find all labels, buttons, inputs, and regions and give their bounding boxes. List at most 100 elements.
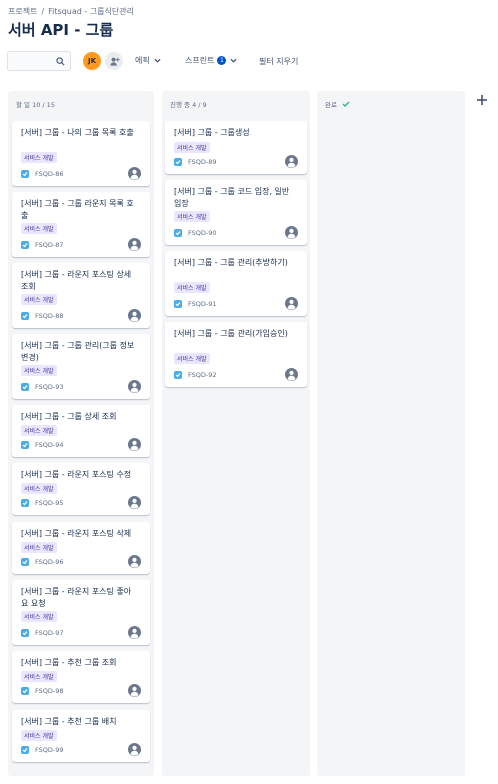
breadcrumb-projects-link[interactable]: 프로젝트	[8, 7, 37, 16]
card-title: [서버] 그룹 - 그룹 상세 조회	[21, 412, 117, 421]
task-type-icon	[21, 441, 29, 449]
checkmark-icon	[342, 101, 350, 107]
column-header: 진행 중 4 / 9	[170, 99, 207, 109]
issue-card[interactable]: [서버] 그룹 - 라운지 포스팅 수정 서비스 개발 FSQD-95	[12, 463, 150, 515]
issue-key[interactable]: FSQD-92	[188, 371, 217, 379]
unassigned-user-icon[interactable]	[285, 368, 298, 381]
unassigned-user-icon[interactable]	[285, 155, 298, 168]
card-label: 서비스 개발	[21, 611, 57, 622]
issue-card[interactable]: [서버] 그룹 - 그룹 관리(가입승인) 서비스 개발 FSQD-92	[165, 322, 307, 387]
issue-key[interactable]: FSQD-93	[35, 383, 64, 391]
issue-card[interactable]: [서버] 그룹 - 그룹 상세 조회 서비스 개발 FSQD-94	[12, 405, 150, 457]
avatar[interactable]: JK	[83, 52, 101, 70]
task-type-icon	[21, 499, 29, 507]
issue-key[interactable]: FSQD-88	[35, 312, 64, 320]
issue-key[interactable]: FSQD-87	[35, 241, 64, 249]
add-column-button[interactable]	[474, 92, 490, 108]
issue-card[interactable]: [서버] 그룹 - 그룹 코드 입장, 일반 입장 서비스 개발 FSQD-90	[165, 180, 307, 245]
issue-card[interactable]: [서버] 그룹 - 추천 그룹 조회 서비스 개발 FSQD-98	[12, 651, 150, 703]
issue-key[interactable]: FSQD-99	[35, 746, 64, 754]
unassigned-user-icon[interactable]	[128, 167, 141, 180]
card-label: 서비스 개발	[21, 730, 57, 741]
breadcrumb-separator: /	[41, 7, 45, 16]
card-label: 서비스 개발	[21, 542, 57, 553]
sprint-filter[interactable]: 스프린트 1	[185, 55, 238, 66]
card-label: 서비스 개발	[174, 353, 210, 364]
unassigned-user-icon[interactable]	[128, 743, 141, 756]
add-people-button[interactable]	[105, 52, 123, 70]
card-footer: FSQD-87	[21, 241, 64, 249]
unassigned-user-icon[interactable]	[128, 438, 141, 451]
task-type-icon	[174, 158, 182, 166]
issue-key[interactable]: FSQD-98	[35, 687, 64, 695]
unassigned-user-icon[interactable]	[128, 380, 141, 393]
task-type-icon	[21, 170, 29, 178]
issue-key[interactable]: FSQD-95	[35, 499, 64, 507]
issue-card[interactable]: [서버] 그룹 - 그룹 라운지 목록 호출 서비스 개발 FSQD-87	[12, 192, 150, 257]
card-title: [서버] 그룹 - 그룹생성	[174, 128, 250, 137]
unassigned-user-icon[interactable]	[285, 226, 298, 239]
issue-key[interactable]: FSQD-96	[35, 558, 64, 566]
issue-card[interactable]: [서버] 그룹 - 라운지 포스팅 상세조회 서비스 개발 FSQD-88	[12, 263, 150, 328]
issue-card[interactable]: [서버] 그룹 - 추천 그룹 배치 서비스 개발 FSQD-99	[12, 710, 150, 762]
unassigned-user-icon[interactable]	[128, 684, 141, 697]
task-type-icon	[21, 687, 29, 695]
card-footer: FSQD-95	[21, 499, 64, 507]
search-input[interactable]	[7, 51, 71, 71]
unassigned-user-icon[interactable]	[128, 496, 141, 509]
card-footer: FSQD-97	[21, 629, 64, 637]
column-done: 완료	[317, 91, 465, 776]
board-toolbar: JK 에픽 스프린트 1 필터 지우기	[7, 51, 487, 73]
unassigned-user-icon[interactable]	[128, 309, 141, 322]
card-label: 서비스 개발	[21, 365, 57, 376]
card-footer: FSQD-89	[174, 158, 217, 166]
unassigned-user-icon[interactable]	[128, 626, 141, 639]
card-label: 서비스 개발	[21, 223, 57, 234]
card-title: [서버] 그룹 - 그룹 관리(가입승인)	[174, 329, 288, 338]
issue-card[interactable]: [서버] 그룹 - 나의 그룹 목록 호출 서비스 개발 FSQD-86	[12, 121, 150, 186]
breadcrumb: 프로젝트 / Fitsquad - 그룹식단관리	[8, 6, 134, 17]
card-footer: FSQD-90	[174, 229, 217, 237]
card-title: [서버] 그룹 - 라운지 포스팅 상세조회	[21, 270, 132, 291]
chevron-down-icon	[230, 58, 238, 63]
card-footer: FSQD-88	[21, 312, 64, 320]
task-type-icon	[21, 312, 29, 320]
issue-key[interactable]: FSQD-97	[35, 629, 64, 637]
issue-card[interactable]: [서버] 그룹 - 라운지 포스팅 좋아요 요청 서비스 개발 FSQD-97	[12, 580, 150, 645]
issue-card[interactable]: [서버] 그룹 - 라운지 포스팅 삭제 서비스 개발 FSQD-96	[12, 522, 150, 574]
card-label: 서비스 개발	[21, 294, 57, 305]
task-type-icon	[21, 241, 29, 249]
card-label: 서비스 개발	[21, 152, 57, 163]
issue-card[interactable]: [서버] 그룹 - 그룹 관리(추방하기) 서비스 개발 FSQD-91	[165, 251, 307, 316]
column-title: 완료	[325, 101, 337, 109]
plus-icon	[477, 95, 487, 105]
card-title: [서버] 그룹 - 라운지 포스팅 좋아요 요청	[21, 587, 132, 608]
card-footer: FSQD-94	[21, 441, 64, 449]
chevron-down-icon	[154, 58, 161, 63]
unassigned-user-icon[interactable]	[128, 555, 141, 568]
card-footer: FSQD-91	[174, 300, 217, 308]
issue-card[interactable]: [서버] 그룹 - 그룹생성 서비스 개발 FSQD-89	[165, 121, 307, 174]
task-type-icon	[21, 558, 29, 566]
breadcrumb-project-link[interactable]: Fitsquad - 그룹식단관리	[48, 7, 134, 16]
search-icon	[56, 57, 65, 66]
issue-key[interactable]: FSQD-89	[188, 158, 217, 166]
unassigned-user-icon[interactable]	[285, 297, 298, 310]
unassigned-user-icon[interactable]	[128, 238, 141, 251]
issue-card[interactable]: [서버] 그룹 - 그룹 관리(그룹 정보 변경) 서비스 개발 FSQD-93	[12, 334, 150, 399]
column-todo: 할 일 10 / 15 [서버] 그룹 - 나의 그룹 목록 호출 서비스 개발…	[8, 91, 154, 776]
epic-filter[interactable]: 에픽	[135, 55, 161, 66]
task-type-icon	[174, 229, 182, 237]
page-title: 서버 API - 그룹	[8, 21, 114, 39]
card-footer: FSQD-96	[21, 558, 64, 566]
issue-key[interactable]: FSQD-90	[188, 229, 217, 237]
card-title: [서버] 그룹 - 그룹 라운지 목록 호출	[21, 199, 134, 220]
column-title: 할 일 10 / 15	[16, 101, 55, 109]
issue-key[interactable]: FSQD-86	[35, 170, 64, 178]
issue-key[interactable]: FSQD-91	[188, 300, 217, 308]
card-footer: FSQD-93	[21, 383, 64, 391]
issue-key[interactable]: FSQD-94	[35, 441, 64, 449]
clear-filters-button[interactable]: 필터 지우기	[259, 56, 298, 67]
card-label: 서비스 개발	[174, 211, 210, 222]
add-person-icon	[109, 57, 120, 66]
